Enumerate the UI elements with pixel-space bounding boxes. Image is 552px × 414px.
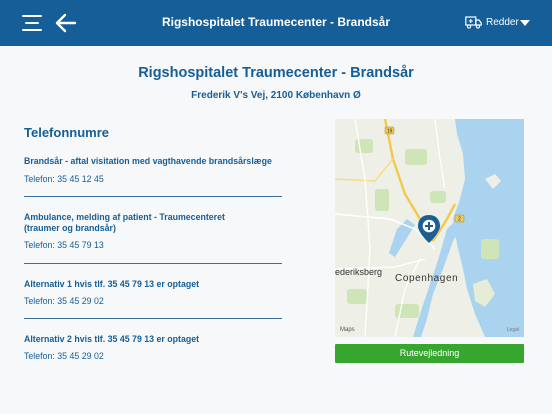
phone-numbers-heading: Telefonnumre: [24, 125, 109, 140]
city-label: Copenhagen: [395, 273, 458, 284]
phone-entry-title: Alternativ 1 hvis tlf. 35 45 79 13 er op…: [24, 279, 200, 289]
phone-number-link[interactable]: Telefon: 35 45 29 02: [24, 351, 104, 361]
hospital-address[interactable]: Frederik V's Vej, 2100 København Ø: [0, 90, 552, 101]
road-label: 19: [387, 129, 393, 135]
phone-entry-title: Ambulance, melding af patient - Traumece…: [24, 212, 284, 234]
menu-icon[interactable]: [22, 15, 42, 31]
phone-entry-title-line: (traumer og brandsår): [24, 223, 116, 233]
phone-entry-title: Alternativ 2 hvis tlf. 35 45 79 13 er op…: [24, 334, 200, 344]
map-attribution: Maps: [340, 327, 355, 333]
ambulance-icon: [465, 16, 482, 29]
divider: [24, 196, 282, 197]
top-bar: Rigshospitalet Traumecenter - Brandsår R…: [0, 0, 552, 46]
role-selector-label[interactable]: Redder: [486, 17, 519, 28]
phone-number-link[interactable]: Telefon: 35 45 79 13: [24, 240, 104, 250]
back-arrow-icon[interactable]: [55, 13, 77, 33]
divider: [24, 318, 282, 319]
map-canvas[interactable]: 19 2 ederiksberg Copenhagen Maps Legal: [335, 119, 524, 337]
hospital-name: Rigshospitalet Traumecenter - Brandsår: [138, 65, 414, 81]
phone-entry-title: Brandsår - aftal visitation med vagthave…: [24, 156, 272, 166]
phone-entry-title-line: Ambulance, melding af patient - Traumece…: [24, 212, 225, 222]
phone-number-link[interactable]: Telefon: 35 45 12 45: [24, 174, 104, 184]
district-label: ederiksberg: [335, 267, 382, 277]
chevron-down-icon[interactable]: [520, 20, 530, 26]
header-title: Rigshospitalet Traumecenter - Brandsår: [161, 15, 391, 29]
road-label: 2: [458, 217, 461, 223]
map-legal-link[interactable]: Legal: [507, 327, 519, 333]
location-map[interactable]: 19 2 ederiksberg Copenhagen Maps Legal: [335, 119, 524, 337]
phone-number-link[interactable]: Telefon: 35 45 29 02: [24, 296, 104, 306]
route-directions-button[interactable]: Rutevejledning: [335, 344, 524, 363]
divider: [24, 263, 282, 264]
